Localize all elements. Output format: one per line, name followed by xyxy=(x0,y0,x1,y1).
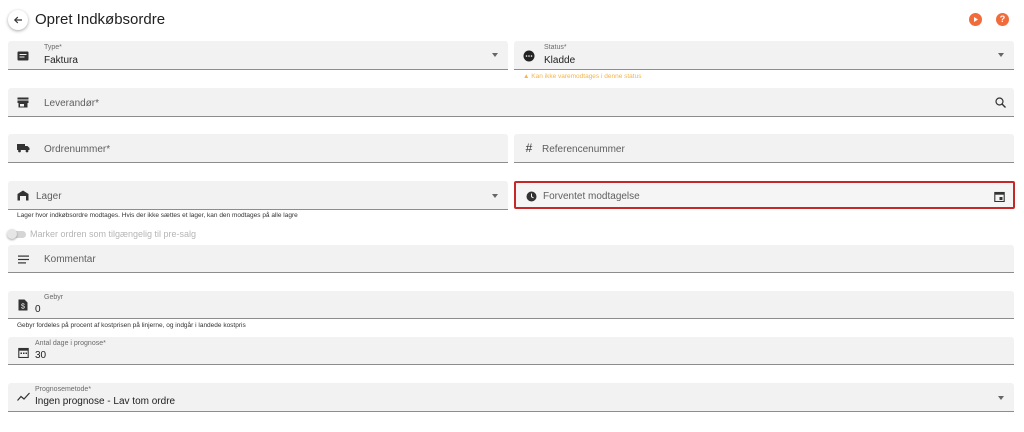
forecast-method-value: Ingen prognose - Lav tom ordre xyxy=(35,396,176,407)
status-value: Kladde xyxy=(544,55,576,66)
store-icon xyxy=(16,95,30,109)
fee-label: Gebyr xyxy=(44,294,64,301)
help-circle-icon[interactable]: ? xyxy=(996,13,1009,26)
forecast-days-label: Antal dage i prognose* xyxy=(35,340,106,347)
type-label: Type* xyxy=(44,44,62,51)
comment-field[interactable]: Kommentar xyxy=(8,245,1014,273)
order-number-placeholder: Ordrenummer* xyxy=(44,144,111,155)
status-warning-text: Kan ikke varemodtages i denne status xyxy=(531,73,642,80)
calendar-icon[interactable] xyxy=(993,190,1005,202)
page-title: Opret Indkøbsordre xyxy=(35,11,166,28)
status-label: Status* xyxy=(544,44,567,51)
supplier-placeholder: Leverandør* xyxy=(44,98,100,109)
fee-field[interactable]: $ Gebyr 0 xyxy=(8,291,1014,319)
warehouse-icon xyxy=(16,188,30,202)
forecast-days-field[interactable]: Antal dage i prognose* 30 xyxy=(8,337,1014,365)
hash-icon: # xyxy=(525,141,533,155)
warehouse-placeholder: Lager xyxy=(36,191,62,202)
forecast-method-label: Prognosemetode* xyxy=(35,386,92,393)
notes-icon xyxy=(16,252,30,266)
forecast-method-select[interactable]: Prognosemetode* Ingen prognose - Lav tom… xyxy=(8,383,1014,412)
trend-icon xyxy=(16,390,30,404)
expected-receipt-placeholder: Forventet modtagelse xyxy=(543,191,640,202)
reference-number-field[interactable]: # Referencenummer xyxy=(514,134,1014,163)
truck-icon xyxy=(16,141,30,155)
clock-icon xyxy=(524,189,538,203)
chevron-down-icon xyxy=(998,396,1004,400)
presale-toggle-label: Marker ordren som tilgængelig til pre-sa… xyxy=(30,229,197,239)
warehouse-helper: Lager hvor indkøbsordre modtages. Hvis d… xyxy=(17,212,298,219)
comment-placeholder: Kommentar xyxy=(44,254,96,265)
svg-text:$: $ xyxy=(21,304,25,311)
more-circle-icon xyxy=(522,49,536,63)
play-circle-icon[interactable] xyxy=(969,13,982,26)
receipt-icon xyxy=(16,49,30,63)
type-value: Faktura xyxy=(44,55,78,66)
warehouse-select[interactable]: Lager xyxy=(8,181,508,210)
order-number-field[interactable]: Ordrenummer* xyxy=(8,134,508,163)
calendar-icon xyxy=(16,345,30,359)
supplier-field[interactable]: Leverandør* xyxy=(8,88,1014,117)
toggle-switch[interactable] xyxy=(7,228,26,239)
chevron-down-icon xyxy=(492,194,498,198)
search-icon[interactable] xyxy=(994,96,1006,108)
page-header: Opret Indkøbsordre ? xyxy=(0,0,1024,40)
status-warning: ▲ Kan ikke varemodtages i denne status xyxy=(523,73,641,80)
dollar-doc-icon: $ xyxy=(16,298,30,312)
back-button[interactable] xyxy=(8,10,28,30)
forecast-days-value: 30 xyxy=(35,350,47,361)
arrow-left-icon xyxy=(13,16,22,24)
expected-receipt-field[interactable]: Forventet modtagelse xyxy=(514,181,1015,209)
chevron-down-icon xyxy=(492,53,498,57)
type-select[interactable]: Type* Faktura xyxy=(8,41,508,70)
presale-toggle[interactable]: Marker ordren som tilgængelig til pre-sa… xyxy=(7,228,197,240)
fee-value: 0 xyxy=(35,304,41,315)
warning-icon: ▲ xyxy=(523,73,530,80)
reference-number-placeholder: Referencenummer xyxy=(542,144,625,155)
status-select[interactable]: Status* Kladde xyxy=(514,41,1014,70)
chevron-down-icon xyxy=(998,53,1004,57)
fee-helper: Gebyr fordeles på procent af kostprisen … xyxy=(17,322,246,329)
